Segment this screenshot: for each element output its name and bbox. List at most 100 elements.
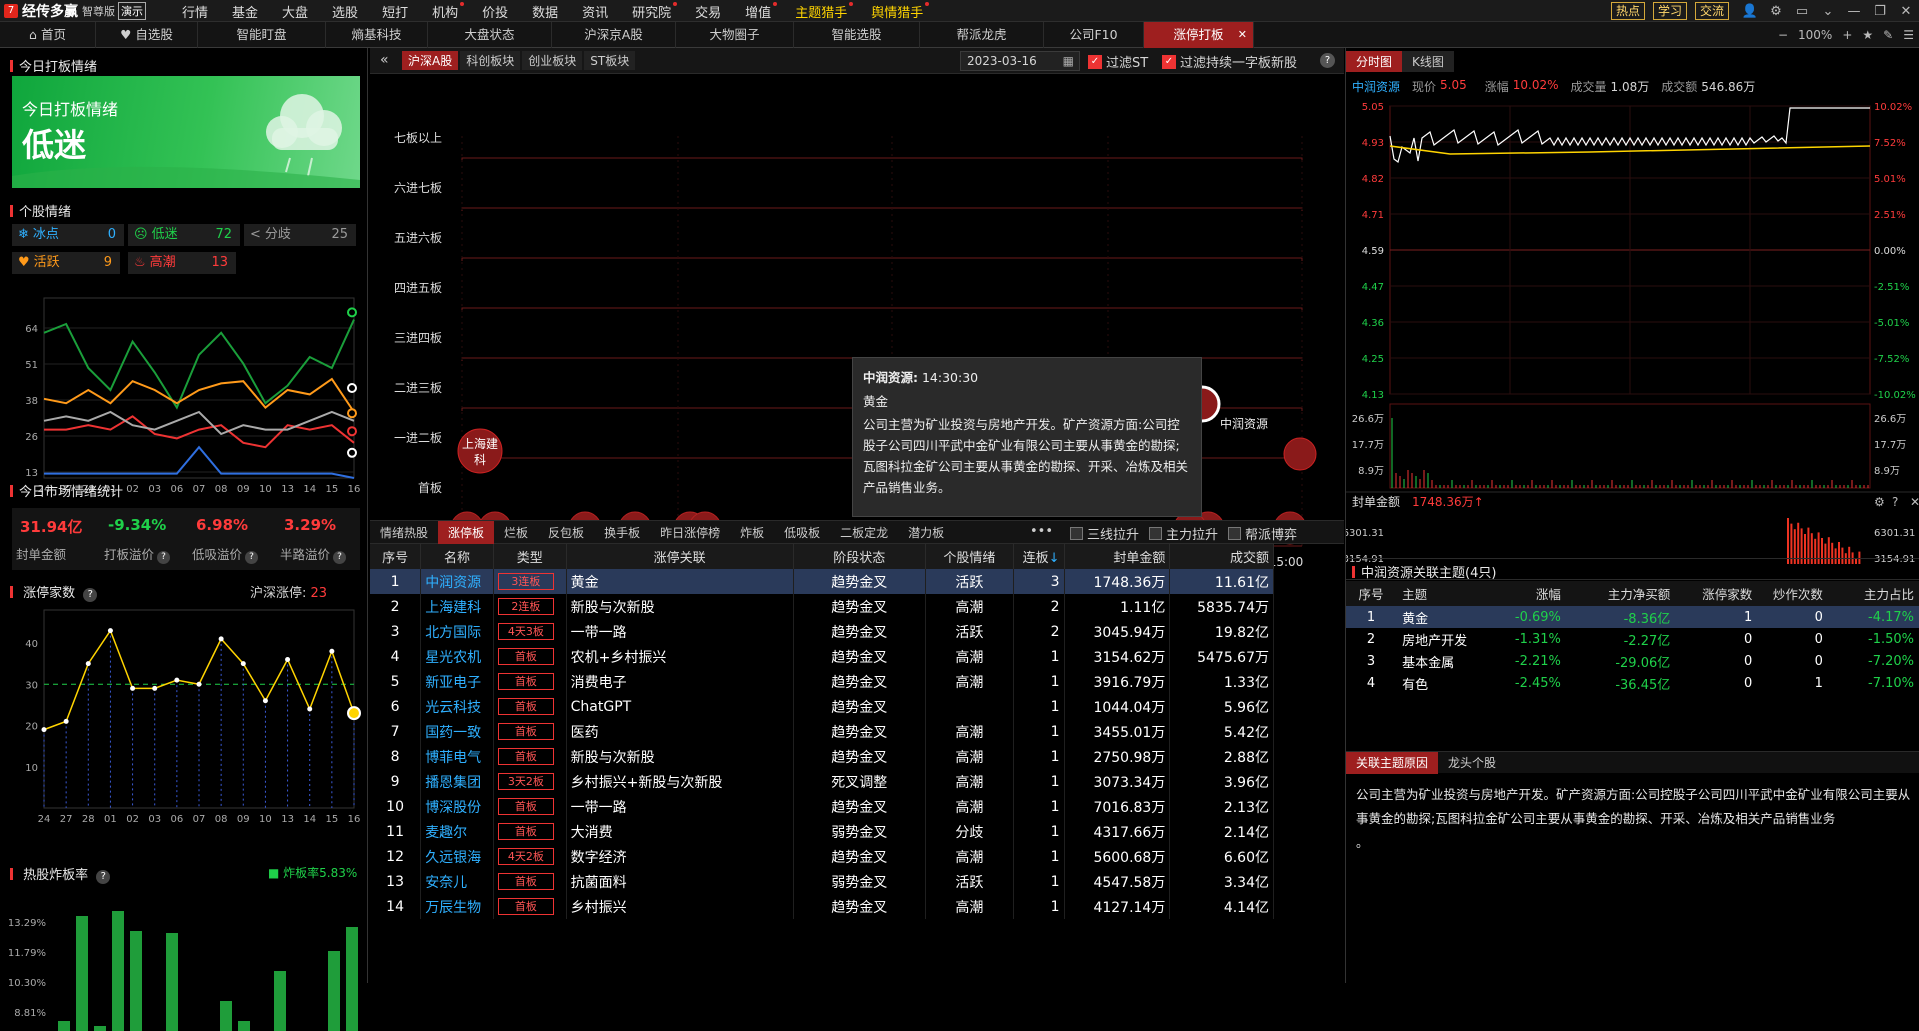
theme-row[interactable]: 2 房地产开发 -1.31% -2.27亿 0 0 -1.50% [1346, 628, 1919, 650]
cell-name[interactable]: 光云科技 [420, 694, 494, 719]
close-icon[interactable]: ✕ [1910, 495, 1919, 509]
table-row[interactable]: 1 中润资源 3连板 黄金 趋势金叉 活跃 3 1748.36万 11.61亿 [370, 569, 1274, 594]
cell-name[interactable]: 北方国际 [420, 619, 494, 644]
cell-name[interactable]: 麦趣尔 [420, 819, 494, 844]
table-row[interactable]: 3 北方国际 4天3板 一带一路 趋势金叉 活跃 2 3045.94万 19.82亿 [370, 619, 1274, 644]
table-row[interactable]: 10 博深股份 首板 一带一路 趋势金叉 高潮 1 7016.83万 2.13亿 [370, 794, 1274, 819]
menu-item-12[interactable]: 主题猎手 [795, 1, 854, 21]
cell-name[interactable]: 久远银海 [420, 844, 494, 869]
table-row[interactable]: 13 安奈儿 首板 抗菌面料 弱势金叉 活跃 1 4547.58万 3.34亿 [370, 869, 1274, 894]
mood-chip-0[interactable]: ❄ 冰点 0 [12, 224, 124, 246]
col-header-8[interactable]: 成交额 [1169, 544, 1274, 569]
monitor-icon[interactable]: ▭ [1789, 4, 1815, 19]
stock-bubble[interactable] [1283, 437, 1317, 471]
table-row[interactable]: 6 光云科技 首板 ChatGPT 趋势金叉 1 1044.04万 5.96亿 [370, 694, 1274, 719]
more-icon[interactable]: ••• [1030, 524, 1053, 539]
cell-name[interactable]: 博菲电气 [420, 744, 494, 769]
help-icon[interactable]: ? [1320, 53, 1335, 68]
cell-name[interactable]: 国药一致 [420, 719, 494, 744]
tab-2[interactable]: 智能盯盘 [198, 22, 326, 48]
table-row[interactable]: 12 久远银海 4天2板 数字经济 趋势金叉 高潮 1 5600.68万 6.60亿 [370, 844, 1274, 869]
theme-row[interactable]: 1 黄金 -0.69% -8.36亿 1 0 -4.17% [1346, 606, 1919, 628]
gear-icon[interactable]: ⚙ [1763, 4, 1789, 19]
list-tab-8[interactable]: 二板定龙 [830, 521, 898, 545]
zoom-out-icon[interactable]: − [1778, 28, 1788, 42]
cell-name[interactable]: 上海建科 [420, 594, 494, 619]
col-header-6[interactable]: 连板↓ [1013, 544, 1065, 569]
top-pill-0[interactable]: 热点 [1610, 2, 1645, 20]
cell-name[interactable]: 中润资源 [420, 569, 494, 594]
checkbox-checked-icon[interactable]: ✓ [1162, 54, 1176, 69]
theme-row[interactable]: 4 有色 -2.45% -36.45亿 0 1 -7.10% [1346, 672, 1919, 694]
menu-item-7[interactable]: 数据 [532, 2, 558, 21]
table-row[interactable]: 9 播恩集团 3天2板 乡村振兴+新股与次新股 死叉调整 高潮 1 3073.34万 3.96亿 [370, 769, 1274, 794]
reason-tab-1[interactable]: 龙头个股 [1438, 752, 1506, 774]
menu-icon[interactable]: ☰ [1903, 28, 1914, 42]
tab-5[interactable]: 沪深京A股 [552, 22, 676, 48]
tab-6[interactable]: 大物圈子 [676, 22, 794, 48]
col-header-4[interactable]: 阶段状态 [793, 544, 926, 569]
board-tab-2[interactable]: 创业板块 [522, 51, 583, 70]
filter-new-stock[interactable]: ✓ 过滤持续一字板新股 [1162, 52, 1297, 71]
collapse-icon[interactable]: « [380, 52, 389, 68]
star-icon[interactable]: ★ [1862, 28, 1873, 42]
menu-item-8[interactable]: 资讯 [582, 2, 608, 21]
list-tab-2[interactable]: 烂板 [494, 521, 538, 545]
help-icon[interactable]: ? [157, 551, 171, 564]
list-tab-9[interactable]: 潜力板 [898, 521, 954, 545]
help-icon[interactable]: ? [1892, 495, 1898, 509]
sort-desc-icon[interactable]: ↓ [1049, 551, 1060, 566]
checkbox-icon[interactable] [1070, 527, 1083, 540]
date-picker[interactable]: 2023-03-16 ▦ [960, 51, 1080, 71]
theme-col-5[interactable]: 炒作次数 [1758, 581, 1829, 606]
menu-item-0[interactable]: 行情 [182, 2, 208, 21]
mood-chip-3[interactable]: ♥ 活跃 9 [12, 252, 120, 274]
table-row[interactable]: 5 新亚电子 首板 消费电子 趋势金叉 高潮 1 3916.79万 1.33亿 [370, 669, 1274, 694]
help-icon[interactable]: ? [245, 551, 259, 564]
table-row[interactable]: 8 博菲电气 首板 新股与次新股 趋势金叉 高潮 1 2750.98万 2.88亿 [370, 744, 1274, 769]
theme-col-2[interactable]: 涨幅 [1487, 581, 1567, 606]
list-tab-3[interactable]: 反包板 [538, 521, 594, 545]
cell-name[interactable]: 博深股份 [420, 794, 494, 819]
board-tab-3[interactable]: ST板块 [584, 51, 636, 70]
checkbox-icon[interactable] [1228, 527, 1242, 540]
theme-col-4[interactable]: 涨停家数 [1676, 581, 1758, 606]
tab-1[interactable]: ♥ 自选股 [96, 22, 198, 48]
chart-tab-1[interactable]: K线图 [1402, 51, 1454, 72]
tab-8[interactable]: 帮派龙虎 [920, 22, 1044, 48]
checkbox-icon[interactable] [1149, 527, 1163, 540]
tab-0[interactable]: ⌂ 首页 [0, 22, 96, 48]
help-icon[interactable]: ? [83, 588, 98, 602]
mood-chip-2[interactable]: < 分歧 25 [244, 224, 356, 246]
zoom-in-icon[interactable]: + [1842, 28, 1852, 42]
tab-4[interactable]: 大盘状态 [428, 22, 552, 48]
tab-9[interactable]: 公司F10 [1044, 22, 1144, 48]
line-filter-0[interactable]: 三线拉升 [1070, 524, 1139, 543]
close-tab-icon[interactable]: ✕ [1238, 22, 1247, 48]
list-tab-4[interactable]: 换手板 [594, 521, 650, 545]
line-filter-2[interactable]: 帮派博弈 [1228, 524, 1297, 543]
cell-name[interactable]: 播恩集团 [420, 769, 494, 794]
mood-chip-4[interactable]: ♨ 高潮 13 [128, 252, 236, 274]
table-row[interactable]: 2 上海建科 2连板 新股与次新股 趋势金叉 高潮 2 1.11亿 5835.74万 [370, 594, 1274, 619]
menu-item-3[interactable]: 选股 [332, 2, 358, 21]
menu-item-10[interactable]: 交易 [695, 2, 721, 21]
menu-item-1[interactable]: 基金 [232, 2, 258, 21]
list-tab-0[interactable]: 情绪热股 [370, 521, 438, 545]
col-header-3[interactable]: 涨停关联 [566, 544, 794, 569]
minimize-icon[interactable]: — [1841, 4, 1867, 19]
board-tab-1[interactable]: 科创板块 [460, 51, 521, 70]
table-row[interactable]: 4 星光农机 首板 农机+乡村振兴 趋势金叉 高潮 1 3154.62万 5475.67万 [370, 644, 1274, 669]
tab-10[interactable]: 涨停打板 ✕ [1144, 22, 1254, 48]
help-icon[interactable]: ? [96, 870, 111, 884]
close-icon[interactable]: ✕ [1893, 4, 1919, 19]
menu-item-2[interactable]: 大盘 [282, 2, 308, 21]
tab-3[interactable]: 熵基科技 [326, 22, 428, 48]
theme-row[interactable]: 3 基本金属 -2.21% -29.06亿 0 0 -7.20% [1346, 650, 1919, 672]
theme-col-3[interactable]: 主力净买额 [1567, 581, 1676, 606]
table-row[interactable]: 11 麦趣尔 首板 大消费 弱势金叉 分歧 1 4317.66万 2.14亿 [370, 819, 1274, 844]
top-pill-2[interactable]: 交流 [1694, 2, 1729, 20]
cell-name[interactable]: 万辰生物 [420, 894, 494, 919]
user-icon[interactable]: 👤 [1737, 4, 1763, 19]
menu-item-4[interactable]: 短打 [382, 2, 408, 21]
